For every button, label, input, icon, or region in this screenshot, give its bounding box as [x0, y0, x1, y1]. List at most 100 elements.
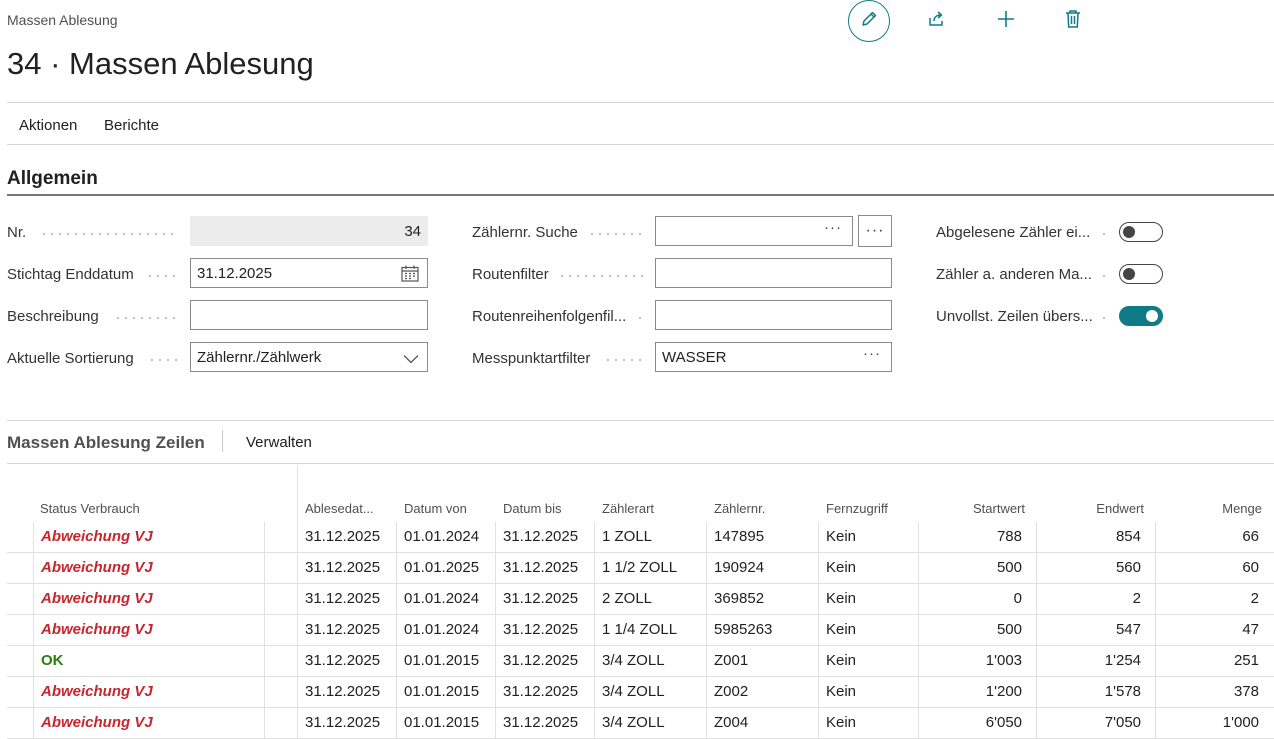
column-header-status[interactable]: Status Verbrauch [40, 501, 140, 516]
cell-endwert: 547 [1115, 621, 1141, 638]
menu-actions[interactable]: Aktionen [19, 117, 77, 134]
cell-status[interactable]: Abweichung VJ [41, 683, 153, 700]
cell-menge: 66 [1242, 528, 1259, 545]
column-header-startwert[interactable]: Startwert [973, 501, 1025, 516]
cell-zaehlernr: 369852 [714, 590, 765, 607]
messpunkt-field[interactable]: WASSER ··· [655, 342, 892, 372]
toggle-knob [1146, 309, 1158, 322]
chevron-down-icon [403, 351, 419, 368]
cell-divider [1155, 708, 1156, 739]
nr-value: 34 [404, 222, 421, 240]
divider [7, 144, 1274, 145]
cell-divider [1036, 553, 1037, 584]
cell-status[interactable]: Abweichung VJ [41, 621, 153, 638]
unvollst-toggle[interactable] [1119, 306, 1163, 326]
cell-zaehlernr: Z002 [714, 683, 749, 700]
cell-divider [1036, 708, 1037, 739]
andere-toggle[interactable] [1119, 264, 1163, 284]
zaehler-suche-field[interactable]: ··· [655, 216, 853, 246]
abgelesene-toggle[interactable] [1119, 222, 1163, 242]
column-header-zaehlernr[interactable]: Zählernr. [714, 501, 765, 516]
cell-divider [264, 522, 265, 553]
cell-divider [918, 646, 919, 677]
cell-datum-bis: 31.12.2025 [503, 683, 579, 700]
cell-ablesedatum: 31.12.2025 [305, 683, 381, 700]
cell-zaehlernr: 190924 [714, 559, 765, 576]
cell-divider [33, 708, 34, 739]
beschreibung-field[interactable] [190, 300, 428, 330]
cell-divider [1036, 677, 1037, 708]
column-header-datum-von[interactable]: Datum von [404, 501, 467, 516]
column-header-ablesedatum[interactable]: Ablesedat... [305, 501, 374, 516]
sortierung-select[interactable]: Zählernr./Zählwerk [190, 342, 428, 372]
cell-status[interactable]: OK [41, 652, 64, 669]
label-dots [1100, 233, 1108, 235]
stichtag-date-field[interactable]: 31.12.2025 [190, 258, 428, 288]
routenreihenfolge-field[interactable] [655, 300, 892, 330]
cell-divider [594, 522, 595, 553]
cell-status[interactable]: Abweichung VJ [41, 714, 153, 731]
cell-divider [264, 677, 265, 708]
cell-startwert: 500 [996, 621, 1022, 638]
column-header-zaehlerart[interactable]: Zählerart [602, 501, 654, 516]
table-row[interactable]: Abweichung VJ 31.12.2025 01.01.2015 31.12.2… [0, 677, 1274, 708]
cell-divider [33, 553, 34, 584]
cell-divider [594, 584, 595, 615]
cell-divider [297, 708, 298, 739]
zaehler-suche-more-button[interactable]: ··· [858, 215, 892, 247]
more-icon[interactable]: ··· [863, 345, 881, 362]
cell-menge: 60 [1242, 559, 1259, 576]
cell-datum-von: 01.01.2024 [404, 590, 480, 607]
cell-divider [297, 522, 298, 553]
column-header-fernzugriff[interactable]: Fernzugriff [826, 501, 888, 516]
table-row[interactable]: Abweichung VJ 31.12.2025 01.01.2024 31.12.2… [0, 522, 1274, 553]
abgelesene-label: Abgelesene Zähler ei... [936, 224, 1091, 241]
cell-datum-von: 01.01.2015 [404, 652, 480, 669]
cell-divider [918, 708, 919, 739]
cell-status[interactable]: Abweichung VJ [41, 559, 153, 576]
cell-ablesedatum: 31.12.2025 [305, 714, 381, 731]
cell-status[interactable]: Abweichung VJ [41, 528, 153, 545]
cell-divider [1155, 522, 1156, 553]
table-row[interactable]: Abweichung VJ 31.12.2025 01.01.2024 31.12.2… [0, 584, 1274, 615]
pencil-icon [859, 9, 879, 34]
table-row[interactable]: Abweichung VJ 31.12.2025 01.01.2024 31.12.2… [0, 615, 1274, 646]
table-row[interactable]: Abweichung VJ 31.12.2025 01.01.2015 31.12.2… [0, 708, 1274, 739]
cell-divider [818, 677, 819, 708]
calendar-icon[interactable] [401, 265, 419, 286]
cell-divider [396, 584, 397, 615]
cell-divider [594, 646, 595, 677]
page-title: 34 · Massen Ablesung [7, 46, 314, 81]
menu-reports[interactable]: Berichte [104, 117, 159, 134]
cell-divider [297, 677, 298, 708]
cell-zaehlerart: 3/4 ZOLL [602, 652, 665, 669]
cell-startwert: 500 [996, 559, 1022, 576]
column-header-datum-bis[interactable]: Datum bis [503, 501, 562, 516]
cell-divider [818, 584, 819, 615]
column-header-menge[interactable]: Menge [1222, 501, 1262, 516]
edit-button[interactable] [848, 0, 890, 42]
table-row[interactable]: Abweichung VJ 31.12.2025 01.01.2025 31.12.2… [0, 553, 1274, 584]
share-button[interactable] [916, 0, 958, 42]
cell-divider [264, 584, 265, 615]
label-dots [636, 317, 644, 319]
new-button[interactable] [985, 0, 1027, 42]
cell-divider [918, 553, 919, 584]
messpunkt-value: WASSER [662, 348, 727, 366]
cell-divider [706, 615, 707, 646]
separator [222, 430, 223, 452]
cell-divider [495, 615, 496, 646]
cell-divider [33, 522, 34, 553]
cell-divider [297, 646, 298, 677]
manage-button[interactable]: Verwalten [246, 434, 312, 451]
cell-divider [33, 615, 34, 646]
delete-button[interactable] [1052, 0, 1094, 42]
column-header-endwert[interactable]: Endwert [1096, 501, 1144, 516]
cell-status[interactable]: Abweichung VJ [41, 590, 153, 607]
cell-divider [706, 584, 707, 615]
table-row[interactable]: OK 31.12.2025 01.01.2015 31.12.2025 3/4 ZOLL… [0, 646, 1274, 677]
cell-datum-bis: 31.12.2025 [503, 559, 579, 576]
more-icon[interactable]: ··· [824, 219, 842, 236]
routenfilter-field[interactable] [655, 258, 892, 288]
cell-divider [594, 708, 595, 739]
